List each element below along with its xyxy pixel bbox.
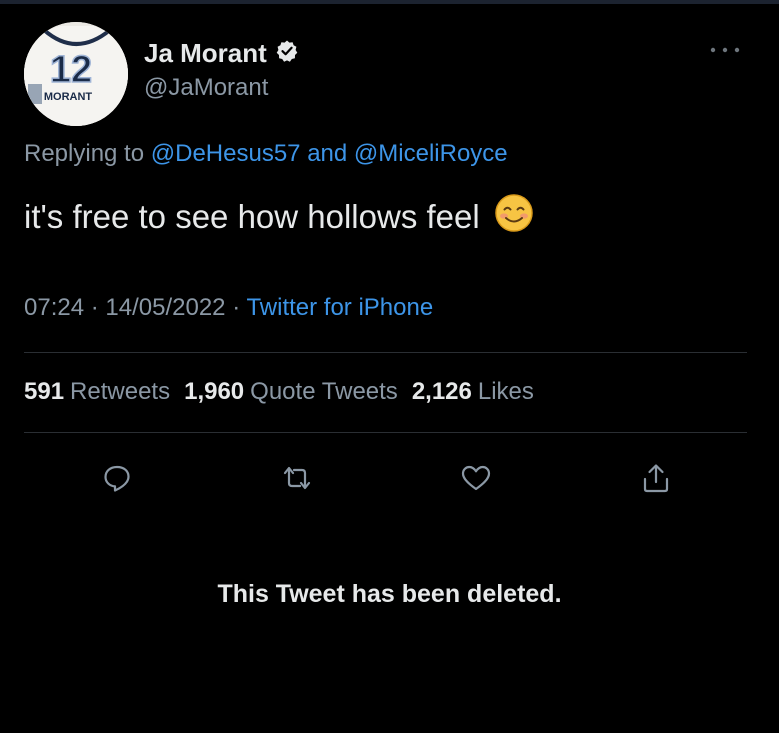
retweets-label: Retweets (70, 378, 171, 405)
tweet-time[interactable]: 07:24 (24, 294, 84, 321)
avatar[interactable]: 12 MORANT (24, 22, 128, 126)
quotes-label: Quote Tweets (250, 378, 398, 405)
likes-stat[interactable]: 2,126 Likes (412, 378, 534, 406)
meta-separator: · (90, 294, 99, 321)
quote-tweets-stat[interactable]: 1,960 Quote Tweets (184, 378, 398, 406)
retweet-icon[interactable] (277, 458, 317, 498)
mention-link-1[interactable]: @DeHesus57 (151, 140, 301, 167)
retweets-stat[interactable]: 591 Retweets (24, 378, 170, 406)
replying-to-line: Replying to @DeHesus57 and @MiceliRoyce (24, 140, 508, 168)
engagement-stats: 591 Retweets 1,960 Quote Tweets 2,126 Likes (24, 378, 534, 406)
retweets-count: 591 (24, 378, 65, 405)
more-options-icon[interactable] (708, 42, 742, 60)
likes-label: Likes (477, 378, 534, 405)
share-icon[interactable] (636, 458, 676, 498)
reply-icon[interactable] (97, 458, 137, 498)
quotes-count: 1,960 (184, 378, 245, 405)
divider (24, 352, 747, 353)
replying-prefix: Replying to (24, 140, 145, 167)
smiling-face-icon (494, 193, 534, 241)
top-edge-line (0, 0, 779, 4)
author-name[interactable]: Ja Morant (144, 38, 267, 69)
jersey-number: 12 (50, 49, 92, 91)
verified-badge-icon (275, 39, 299, 68)
tweet-body: it's free to see how hollows feel (24, 193, 534, 241)
tweet-meta: 07:24 · 14/05/2022 · Twitter for iPhone (24, 294, 433, 322)
deleted-tweet-notice: This Tweet has been deleted. (217, 580, 562, 608)
jersey-name: MORANT (44, 91, 93, 103)
meta-separator: · (232, 294, 241, 321)
tweet-date[interactable]: 14/05/2022 (105, 294, 225, 321)
author-handle[interactable]: @JaMorant (144, 74, 268, 102)
reply-conjunction: and (307, 140, 348, 167)
avatar-jersey-image: 12 MORANT (24, 22, 128, 126)
like-icon[interactable] (456, 458, 496, 498)
divider (24, 432, 747, 433)
tweet-source[interactable]: Twitter for iPhone (246, 294, 433, 321)
likes-count: 2,126 (411, 378, 472, 405)
author-name-row: Ja Morant (144, 38, 299, 69)
mention-link-2[interactable]: @MiceliRoyce (354, 140, 508, 167)
tweet-text: it's free to see how hollows feel (24, 198, 480, 235)
